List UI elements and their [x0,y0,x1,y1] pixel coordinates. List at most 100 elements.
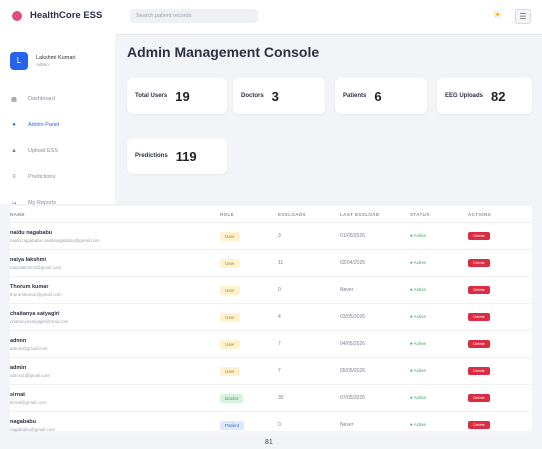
delete-button[interactable]: Delete [468,394,490,402]
stat-label: Patients [343,93,367,99]
cell-user: sirnat sirnat@gmail.com [10,384,220,412]
delete-button[interactable]: Delete [468,232,490,240]
cell-actions: Delete [468,249,532,277]
cell-status: ● Active [410,303,468,331]
cell-last-upload: 04/05/2026 [340,330,410,358]
avatar: L [10,52,28,70]
user-name-cell: admin [10,337,27,344]
cell-actions: Delete [468,411,532,439]
cell-last-upload: 02/04/2026 [340,249,410,277]
sidebar: L Lakshmi Kumari Admin ▦ Dashboard ● Adm… [0,34,115,207]
cell-status: ● Active [410,222,468,250]
status-badge: ● Active [410,233,426,238]
role-badge: User [220,231,240,241]
table-row[interactable]: admin admin1@gmail.com User 7 05/05/2026 ● Ac… [10,357,532,385]
cell-actions: Delete [468,303,532,331]
status-badge: ● Active [410,341,426,346]
cell-actions: Delete [468,330,532,358]
status-badge: ● Active [410,287,426,292]
user-email-cell: chaitanyasatyagiri@mail.com [10,318,69,324]
theme-toggle-icon[interactable]: ☀ [493,11,503,21]
cell-uploads: 11 [278,249,340,277]
cell-status: ● Active [410,249,468,277]
role-badge: User [220,366,240,376]
table-row[interactable]: Thorum kumar thorumkumar@gmail.com User 0 Ne… [10,276,532,304]
table-row[interactable]: chaitanya satyagiri chaitanyasatyagiri@ma… [10,303,532,331]
sidebar-nav: ▦ Dashboard ● Admin Panel ▲ Upload ESS ≡… [10,92,110,222]
stat-label: EEG Uploads [445,93,484,99]
stat-card-doctors: Doctors 3 [233,78,325,114]
cell-uploads: 0 [278,411,340,439]
user-email-cell: naidu.nagababu.naidunagababu@gmail.com [10,237,100,243]
stat-value: 119 [175,148,197,164]
delete-button[interactable]: Delete [468,313,490,321]
sidebar-item-upload[interactable]: ▲ Upload ESS [10,144,110,158]
cell-uploads: 7 [278,330,340,358]
status-badge: ● Active [410,314,426,319]
cell-role: User [220,249,278,277]
cell-role: User [220,303,278,331]
cell-actions: Delete [468,222,532,250]
cell-actions: Delete [468,276,532,304]
table-header-row: NAME ROLE ESSLOADS LAST ESSLOAD STATUS A… [10,206,532,223]
cell-status: ● Active [410,276,468,304]
status-badge: ● Active [410,260,426,265]
cell-last-upload: Never [340,276,410,304]
brand[interactable]: HealthCore ESS [12,10,102,21]
pagination[interactable]: 81 [265,439,273,446]
sidebar-item-predictions[interactable]: ≡ Predictions [10,170,110,184]
search-input[interactable]: Search patient records [130,9,258,23]
cell-last-upload: Never [340,411,410,439]
column-header-actions[interactable]: ACTIONS [468,206,532,223]
cell-user: nagababu nagababu@gmail.com [10,411,220,439]
user-email-cell: naiyalakshmi@gmail.com [10,264,62,270]
user-card[interactable]: L Lakshmi Kumari Admin [10,48,106,74]
delete-button[interactable]: Delete [468,286,490,294]
user-name: Lakshmi Kumari [36,55,76,61]
stat-value: 6 [374,88,382,104]
sidebar-item-label: Admin Panel [28,122,60,128]
stat-card-eeg-uploads: EEG Uploads 82 [437,78,532,114]
cell-user: admin admin@gmail.com [10,330,220,358]
user-email-cell: admin1@gmail.com [10,372,50,378]
sidebar-item-dashboard[interactable]: ▦ Dashboard [10,92,110,106]
cell-status: ● Active [410,384,468,412]
delete-button[interactable]: Delete [468,421,490,429]
users-table: NAME ROLE ESSLOADS LAST ESSLOAD STATUS A… [10,206,532,439]
column-header-name[interactable]: NAME [10,206,220,223]
stat-label: Doctors [241,93,264,99]
user-email-cell: thorumkumar@gmail.com [10,291,62,297]
cell-role: Doctor [220,384,278,412]
delete-button[interactable]: Delete [468,340,490,348]
delete-button[interactable]: Delete [468,367,490,375]
cell-last-upload: 07/05/2026 [340,384,410,412]
delete-button[interactable]: Delete [468,259,490,267]
table-row[interactable]: nagababu nagababu@gmail.com Patient 0 Never ●… [10,411,532,439]
cell-status: ● Active [410,357,468,385]
cell-role: User [220,357,278,385]
table-row[interactable]: naiya lakshmi naiyalakshmi@gmail.com User 1… [10,249,532,277]
column-header-last-upload[interactable]: LAST ESSLOAD [340,206,410,223]
cell-status: ● Active [410,330,468,358]
cell-last-upload: 01/05/2026 [340,222,410,250]
cell-user: chaitanya satyagiri chaitanyasatyagiri@ma… [10,303,220,331]
cell-uploads: 3 [278,222,340,250]
status-badge: ● Active [410,368,426,373]
table-row[interactable]: naidu nagababu naidu.nagababu.naidunagaba… [10,222,532,250]
column-header-role[interactable]: ROLE [220,206,278,223]
column-header-uploads[interactable]: ESSLOADS [278,206,340,223]
user-email-cell: admin@gmail.com [10,345,48,351]
user-name-cell: nagababu [10,418,36,425]
column-header-status[interactable]: STATUS [410,206,468,223]
predictions-icon: ≡ [12,174,16,180]
sidebar-item-label: Dashboard [28,96,55,102]
menu-button[interactable]: ☰ [515,9,531,24]
cell-actions: Delete [468,357,532,385]
table-row[interactable]: sirnat sirnat@gmail.com Doctor 30 07/05/2026… [10,384,532,412]
sidebar-item-label: Predictions [28,174,56,180]
role-badge: User [220,258,240,268]
user-name-cell: sirnat [10,391,25,398]
sidebar-item-admin-panel[interactable]: ● Admin Panel [10,118,110,132]
user-name-cell: admin [10,364,27,371]
table-row[interactable]: admin admin@gmail.com User 7 04/05/2026 ● Act… [10,330,532,358]
